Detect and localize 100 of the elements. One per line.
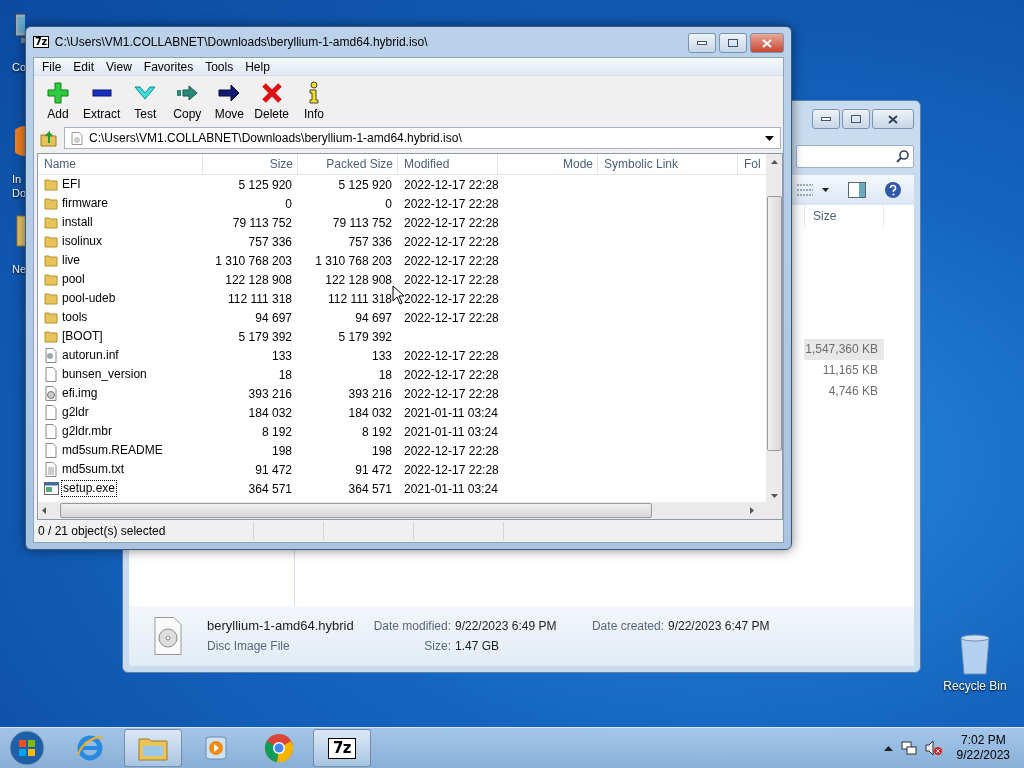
menu-item[interactable]: Tools [199,59,240,74]
minus-icon [91,88,112,97]
scroll-down-arrow-icon[interactable] [770,494,778,498]
modified-cell-text: 2022-12-17 22:28 [403,253,498,268]
menu-item[interactable]: Favorites [137,59,200,74]
file-name[interactable]: install [61,215,94,230]
file-name[interactable]: EFI [61,177,82,192]
field-label: Date modified: [373,619,451,633]
file-name[interactable]: [BOOT] [61,329,104,344]
size-cell-text: 11,165 KB [821,362,879,379]
size-cell-text: 133 [270,348,293,363]
toolbar-button[interactable]: Copy [166,80,209,121]
packed-size-cell-text: 1 310 768 203 [314,253,393,268]
up-folder-icon[interactable] [40,129,58,147]
program-icon [44,482,59,495]
scrollbar-thumb[interactable] [60,503,652,518]
scroll-up-arrow-icon[interactable] [770,160,778,164]
maximize-button[interactable] [842,109,870,129]
dropdown-arrow-icon[interactable] [765,135,774,141]
menu-item[interactable]: File [36,59,68,74]
vertical-scrollbar[interactable] [766,154,782,502]
desktop-icon-label[interactable]: Recycle Bin [943,679,1007,693]
packed-size-cell-text: 133 [370,348,393,363]
chrome-icon[interactable] [263,732,295,764]
packed-size-cell-text: 757 336 [347,234,393,249]
disc-image-icon [153,617,183,655]
file-name[interactable]: pool [61,272,86,287]
toolbar-button[interactable]: Extract [79,80,125,121]
column-header[interactable]: Size [203,154,298,174]
column-header[interactable]: Modified [398,154,498,174]
packed-size-cell-text: 79 113 752 [331,215,393,230]
volume-muted-icon[interactable] [924,740,943,756]
size-cell-text: 94 697 [254,310,293,325]
field-value: 1.47 GB [455,639,500,653]
packed-size-cell-text: 18 [377,367,393,382]
scroll-right-arrow-icon[interactable] [750,507,754,514]
modified-cell-text: 2022-12-17 22:28 [403,367,498,382]
file-name[interactable]: md5sum.README [61,443,164,458]
close-button[interactable] [750,33,784,53]
field-label: Size: [424,639,451,653]
menu-item[interactable]: View [100,59,138,74]
toolbar-button[interactable]: Delete [250,80,294,121]
preview-pane-icon[interactable] [848,182,866,198]
file-name[interactable]: g2ldr [61,405,90,420]
start-button[interactable] [7,728,47,768]
clock[interactable]: 7:02 PM 9/22/2023 [956,733,1010,763]
packed-size-cell-text: 5 179 392 [337,329,393,344]
file-name[interactable]: efi.img [61,386,99,401]
show-hidden-icons-arrow[interactable] [883,745,893,751]
size-cell-text: 79 113 752 [231,215,293,230]
view-options-icon[interactable] [796,182,830,198]
file-icon [44,405,58,420]
modified-cell-text: 2021-01-11 03:24 [403,481,498,496]
file-name[interactable]: live [61,253,81,268]
help-icon[interactable] [884,181,902,199]
toolbar-button[interactable]: Add [37,80,79,121]
scroll-left-arrow-icon[interactable] [42,507,46,514]
size-cell-text: 4,746 KB [827,383,879,400]
file-name[interactable]: firmware [61,196,109,211]
taskbar-button[interactable] [124,729,182,767]
size-cell-text: 757 336 [247,234,293,249]
file-name[interactable]: tools [61,310,89,325]
folder-icon [44,311,58,324]
toolbar-button[interactable]: Move [208,80,251,121]
modified-cell-text: 2022-12-17 22:28 [403,272,498,287]
size-cell-text: 393 216 [247,386,293,401]
taskbar-button[interactable]: 7z [313,729,371,767]
maximize-icon [728,39,738,47]
file-name[interactable]: md5sum.txt [61,462,125,477]
column-header[interactable]: Packed Size [298,154,398,174]
close-button[interactable] [872,109,914,129]
recycle-bin-icon[interactable] [957,632,993,676]
file-name[interactable]: g2ldr.mbr [61,424,114,439]
column-header[interactable]: Size [804,205,884,227]
file-name[interactable]: bunsen_version [61,367,148,382]
minimize-button[interactable] [812,109,840,129]
search-field[interactable] [796,144,914,168]
toolbar-button[interactable]: Info [293,80,336,121]
minimize-button[interactable] [688,33,716,53]
horizontal-scrollbar[interactable] [38,502,782,519]
modified-cell-text: 2022-12-17 22:28 [403,310,498,325]
file-name[interactable]: isolinux [61,234,104,249]
text-file-icon [44,462,58,477]
menu-item[interactable]: Help [239,59,276,74]
column-header[interactable]: Name [38,154,203,174]
maximize-button[interactable] [719,33,747,53]
menu-item[interactable]: Edit [67,59,101,74]
column-header[interactable]: Symbolic Link [598,154,738,174]
address-field[interactable]: C:\Users\VM1.COLLABNET\Downloads\beryllium-1-amd64.hybrid.iso\ [64,127,781,149]
info-icon [308,80,321,105]
app-logo[interactable]: 7z [327,737,357,759]
file-name[interactable]: setup.exe [62,481,117,496]
scrollbar-thumb[interactable] [766,196,782,451]
file-name[interactable]: autorun.inf [61,348,120,363]
packed-size-cell-text: 5 125 920 [337,177,393,192]
file-name[interactable]: pool-udeb [61,291,117,306]
mouse-cursor-icon [392,285,406,305]
toolbar-button[interactable]: Test [124,80,167,121]
packed-size-cell-text: 8 192 [360,424,393,439]
column-header[interactable]: Mode [498,154,598,174]
